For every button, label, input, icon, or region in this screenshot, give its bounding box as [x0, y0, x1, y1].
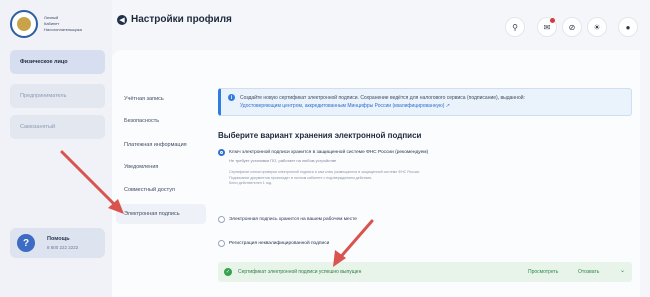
help-title: Помощь: [47, 236, 70, 242]
menu-item-electronic-signature[interactable]: Электронная подпись: [124, 211, 180, 217]
help-card[interactable]: ? Помощь 8 800 222 2222: [10, 228, 105, 258]
option-sub-fns: Не требует установки ПО, работает на люб…: [229, 158, 337, 163]
arrow-left-icon: ◀: [119, 17, 125, 24]
sidebar-item-self-employed[interactable]: Самозанятый: [10, 115, 105, 139]
option-fine-print: Сертификат ключа проверки электронной по…: [229, 170, 421, 185]
radio-fns-storage[interactable]: [218, 149, 225, 156]
lightbulb-icon: ☀: [593, 22, 601, 32]
ca-link[interactable]: Удостоверяющим центром, аккредитованным …: [240, 103, 444, 109]
tips-button[interactable]: ☀: [587, 17, 607, 37]
menu-item-shared-access[interactable]: Совместный доступ: [124, 187, 175, 193]
menu-item-notifications[interactable]: Уведомления: [124, 164, 158, 170]
success-banner: ✓ Сертификат электронной подписи успешно…: [218, 262, 632, 282]
profile-button[interactable]: ●: [618, 17, 638, 37]
search-icon: ⚲: [512, 22, 518, 32]
info-banner: i Создайте новую сертификат электронной …: [218, 88, 632, 116]
mail-icon: ✉: [543, 22, 551, 32]
revoke-certificate-link[interactable]: Отозвать: [578, 269, 599, 275]
option-label-workplace: Электронная подпись хранится на вашем ра…: [229, 217, 357, 222]
menu-item-account[interactable]: Учётная запись: [124, 96, 164, 102]
menu-item-security[interactable]: Безопасность: [124, 118, 159, 124]
logo-text: Личный Кабинет Налогоплательщика: [44, 15, 82, 32]
chevron-down-icon[interactable]: ⌄: [620, 267, 625, 274]
user-icon: ●: [625, 22, 631, 32]
logo[interactable]: Личный Кабинет Налогоплательщика: [10, 10, 94, 38]
option-label-fns: Ключ электронной подписи хранится в защи…: [229, 150, 429, 155]
info-text: Создайте новую сертификат электронной по…: [240, 95, 525, 109]
sidebar: Личный Кабинет Налогоплательщика Физичес…: [0, 0, 112, 297]
check-icon: ✓: [224, 268, 232, 276]
radio-unqualified[interactable]: [218, 240, 225, 247]
visibility-button[interactable]: ⊘: [562, 17, 582, 37]
back-button[interactable]: ◀: [117, 15, 127, 25]
menu-item-payment[interactable]: Платежная информация: [124, 142, 187, 148]
search-button[interactable]: ⚲: [505, 17, 525, 37]
messages-button[interactable]: ✉: [537, 17, 557, 37]
radio-workplace-storage[interactable]: [218, 216, 225, 223]
success-text: Сертификат электронной подписи успешно в…: [238, 269, 362, 275]
sidebar-item-individual[interactable]: Физическое лицо: [10, 50, 105, 74]
option-label-unqualified: Регистрация неквалифицированной подписи: [229, 241, 330, 246]
notification-dot: [550, 18, 555, 23]
eye-off-icon: ⊘: [568, 22, 576, 32]
external-link-icon: ↗: [445, 103, 450, 109]
info-icon: i: [228, 94, 235, 101]
help-phone: 8 800 222 2222: [47, 245, 79, 250]
page-title: Настройки профиля: [131, 14, 232, 25]
section-title: Выберите вариант хранения электронной по…: [218, 131, 422, 140]
view-certificate-link[interactable]: Просмотреть: [528, 269, 558, 275]
question-icon: ?: [17, 234, 35, 252]
fns-emblem-icon: [10, 10, 38, 38]
sidebar-item-entrepreneur[interactable]: Предприниматель: [10, 84, 105, 108]
